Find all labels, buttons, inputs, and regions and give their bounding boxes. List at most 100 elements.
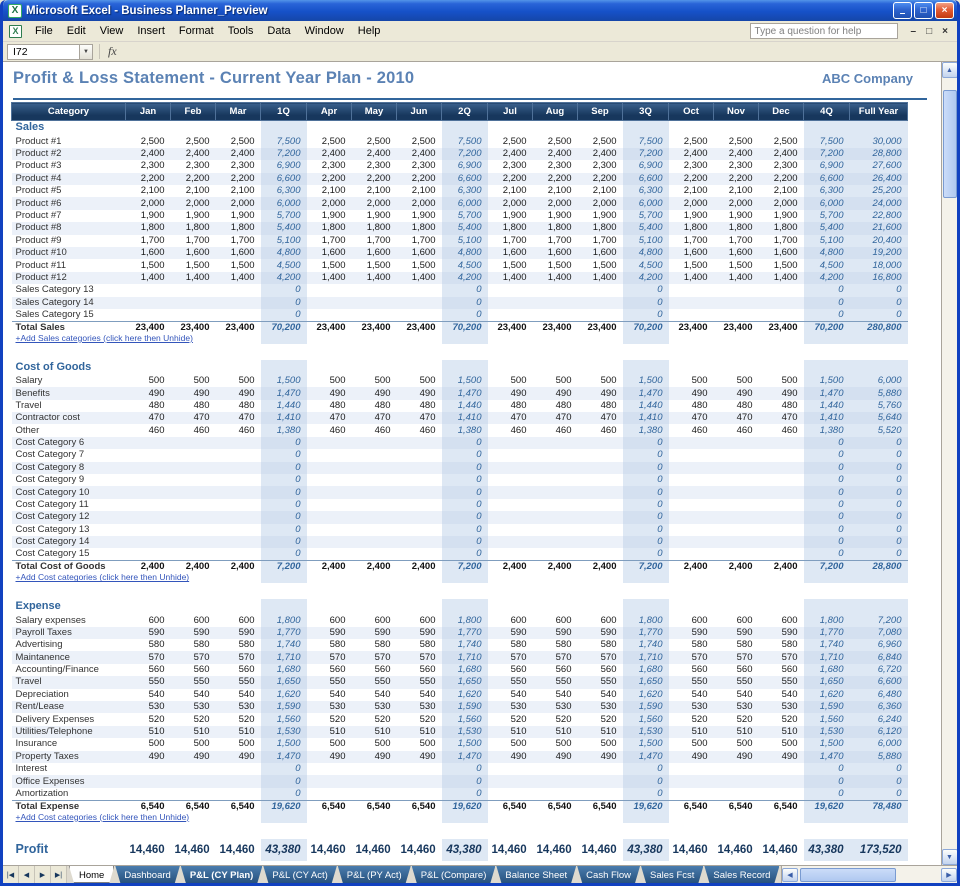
cell[interactable]: 16,800 — [850, 272, 908, 284]
cell[interactable] — [171, 763, 216, 775]
cell[interactable]: 0 — [261, 548, 307, 560]
cell[interactable]: 1,800 — [442, 614, 488, 626]
cell[interactable]: 2,500 — [397, 136, 442, 148]
cell[interactable] — [352, 462, 397, 474]
cell[interactable] — [216, 775, 261, 787]
cell[interactable] — [578, 573, 623, 583]
cell[interactable]: 500 — [533, 738, 578, 750]
cell[interactable] — [352, 474, 397, 486]
cell[interactable]: 580 — [397, 639, 442, 651]
cell[interactable]: 1,700 — [578, 235, 623, 247]
row-label-cell[interactable]: Product #9 — [12, 235, 126, 247]
cell[interactable]: 0 — [850, 449, 908, 461]
cell[interactable]: 550 — [126, 676, 171, 688]
cell[interactable]: 490 — [669, 387, 714, 399]
cell[interactable] — [307, 462, 352, 474]
cell[interactable]: 1,470 — [261, 387, 307, 399]
scroll-down-button[interactable]: ▼ — [942, 849, 958, 865]
cell[interactable]: 1,590 — [442, 701, 488, 713]
cell[interactable] — [216, 437, 261, 449]
cell[interactable]: 0 — [623, 499, 669, 511]
cell[interactable]: 1,620 — [804, 689, 850, 701]
cell[interactable]: 490 — [126, 387, 171, 399]
sheet-tab-sales-fcst[interactable]: Sales Fcst — [641, 866, 703, 883]
cell[interactable]: 1,800 — [126, 222, 171, 234]
cell[interactable]: 490 — [397, 387, 442, 399]
cell[interactable]: 550 — [307, 676, 352, 688]
cell[interactable]: 510 — [759, 726, 804, 738]
cell[interactable]: 1,500 — [533, 259, 578, 271]
cell[interactable]: 2,100 — [352, 185, 397, 197]
cell[interactable]: 1,600 — [533, 247, 578, 259]
cell[interactable] — [623, 121, 669, 136]
cell[interactable]: 0 — [850, 536, 908, 548]
cell[interactable] — [669, 360, 714, 375]
cell[interactable] — [397, 121, 442, 136]
cell[interactable] — [488, 536, 533, 548]
cell[interactable] — [397, 548, 442, 560]
cell[interactable]: 550 — [397, 676, 442, 688]
cell[interactable]: 480 — [714, 400, 759, 412]
cell[interactable]: 6,540 — [126, 800, 171, 812]
cell[interactable]: 470 — [397, 412, 442, 424]
row-label-cell[interactable]: Cost Category 11 — [12, 499, 126, 511]
row-label-cell[interactable]: Advertising — [12, 639, 126, 651]
cell[interactable]: 2,400 — [578, 561, 623, 573]
cell[interactable]: 14,460 — [216, 839, 261, 861]
cell[interactable]: 530 — [578, 701, 623, 713]
cell[interactable]: 460 — [307, 424, 352, 436]
cell[interactable]: 1,740 — [442, 639, 488, 651]
cell[interactable]: 550 — [714, 676, 759, 688]
cell[interactable] — [578, 462, 623, 474]
cell[interactable]: 1,590 — [623, 701, 669, 713]
cell[interactable] — [669, 524, 714, 536]
column-header[interactable]: May — [352, 103, 397, 121]
cell[interactable]: 470 — [352, 412, 397, 424]
column-header[interactable]: 2Q — [442, 103, 488, 121]
cell[interactable] — [533, 486, 578, 498]
cell[interactable]: 1,740 — [261, 639, 307, 651]
cell[interactable]: 500 — [352, 738, 397, 750]
cell[interactable]: 1,400 — [488, 272, 533, 284]
row-label-cell[interactable]: Accounting/Finance — [12, 664, 126, 676]
cell[interactable]: 1,500 — [171, 259, 216, 271]
cell[interactable]: 580 — [669, 639, 714, 651]
cell[interactable]: 0 — [850, 788, 908, 800]
cell[interactable]: 480 — [171, 400, 216, 412]
cell[interactable] — [669, 511, 714, 523]
cell[interactable]: 490 — [533, 387, 578, 399]
cell[interactable]: 1,470 — [442, 751, 488, 763]
cell[interactable]: 0 — [261, 511, 307, 523]
cell[interactable]: 590 — [759, 627, 804, 639]
cell[interactable]: 2,400 — [533, 561, 578, 573]
cell[interactable]: 7,080 — [850, 627, 908, 639]
cell[interactable]: 1,530 — [804, 726, 850, 738]
total-label-cell[interactable]: Total Sales — [12, 321, 126, 333]
cell[interactable]: 19,620 — [804, 800, 850, 812]
cell[interactable]: 580 — [216, 639, 261, 651]
cell[interactable]: 0 — [442, 297, 488, 309]
cell[interactable] — [126, 536, 171, 548]
cell[interactable]: 550 — [488, 676, 533, 688]
cell[interactable]: 1,700 — [307, 235, 352, 247]
cell[interactable]: 0 — [804, 775, 850, 787]
cell[interactable]: 2,000 — [171, 197, 216, 209]
cell[interactable]: 6,900 — [623, 160, 669, 172]
cell[interactable]: 590 — [397, 627, 442, 639]
cell[interactable]: 2,400 — [533, 148, 578, 160]
cell[interactable] — [488, 121, 533, 136]
cell[interactable]: 2,400 — [397, 148, 442, 160]
cell[interactable] — [533, 511, 578, 523]
cell[interactable] — [171, 548, 216, 560]
cell[interactable] — [714, 437, 759, 449]
cell[interactable]: 1,500 — [578, 259, 623, 271]
cell[interactable]: 1,500 — [804, 375, 850, 387]
cell[interactable]: 470 — [171, 412, 216, 424]
horizontal-scroll-thumb[interactable] — [800, 868, 896, 882]
cell[interactable] — [714, 573, 759, 583]
cell[interactable]: 490 — [397, 751, 442, 763]
cell[interactable] — [126, 599, 171, 614]
cell[interactable]: 0 — [261, 763, 307, 775]
workbook-restore-button[interactable]: □ — [921, 25, 937, 38]
cell[interactable]: 1,410 — [442, 412, 488, 424]
